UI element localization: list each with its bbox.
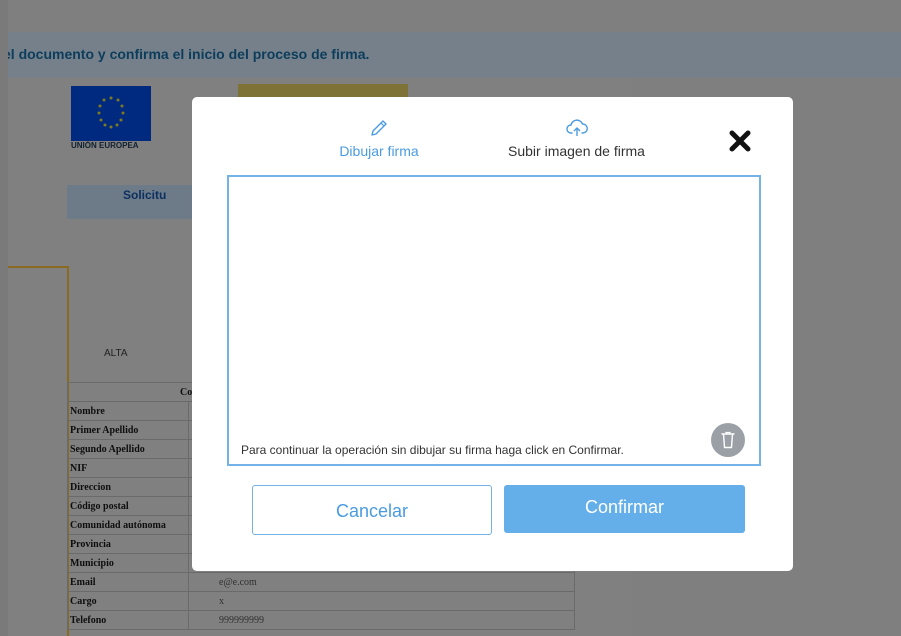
row-label: NIF bbox=[67, 458, 189, 478]
alta-label: ALTA bbox=[104, 348, 128, 359]
clear-signature-button[interactable] bbox=[711, 423, 745, 457]
row-label: Direccion bbox=[67, 477, 189, 497]
cancel-button[interactable]: Cancelar bbox=[252, 485, 492, 535]
row-label: Municipio bbox=[67, 553, 189, 573]
table-row: Cargo x bbox=[67, 591, 575, 611]
row-label: Nombre bbox=[67, 401, 189, 421]
confirm-button[interactable]: Confirmar bbox=[504, 485, 745, 533]
left-edge bbox=[0, 0, 8, 636]
hint-text: Para continuar la operación sin dibujar … bbox=[241, 443, 624, 457]
row-label: Email bbox=[67, 572, 189, 592]
close-button[interactable] bbox=[729, 130, 751, 152]
tab-draw-signature[interactable]: Dibujar firma bbox=[324, 117, 434, 161]
top-bar bbox=[0, 0, 901, 34]
table-row: Email e@e.com bbox=[67, 572, 575, 592]
section-border bbox=[8, 266, 68, 268]
trash-icon bbox=[721, 431, 735, 449]
instruction-text: el documento y confirma el inicio del pr… bbox=[3, 46, 370, 62]
row-label: Provincia bbox=[67, 534, 189, 554]
row-label: Segundo Apellido bbox=[67, 439, 189, 459]
pencil-icon bbox=[371, 120, 387, 136]
row-label: Cargo bbox=[67, 591, 189, 611]
row-label: Primer Apellido bbox=[67, 420, 189, 440]
tab-upload-signature[interactable]: Subir imagen de firma bbox=[489, 117, 664, 161]
row-label: Telefono bbox=[67, 610, 189, 630]
row-value: e@e.com bbox=[188, 572, 575, 592]
tab-upload-label: Subir imagen de firma bbox=[508, 143, 645, 159]
cloud-upload-icon bbox=[565, 119, 588, 136]
signature-canvas[interactable]: Para continuar la operación sin dibujar … bbox=[227, 175, 761, 466]
table-row: Telefono 999999999 bbox=[67, 610, 575, 630]
row-label: Código postal bbox=[67, 496, 189, 516]
close-icon bbox=[729, 130, 751, 152]
row-label: Comunidad autónoma bbox=[67, 515, 189, 535]
row-value: 999999999 bbox=[188, 610, 575, 630]
signature-modal: Dibujar firma Subir imagen de firma Para… bbox=[192, 97, 793, 571]
eu-flag-logo bbox=[71, 86, 151, 141]
row-value: x bbox=[188, 591, 575, 611]
eu-label: UNIÓN EUROPEA bbox=[71, 141, 139, 150]
solicitud-title: Solicitu bbox=[123, 188, 167, 202]
tab-draw-label: Dibujar firma bbox=[339, 143, 419, 159]
